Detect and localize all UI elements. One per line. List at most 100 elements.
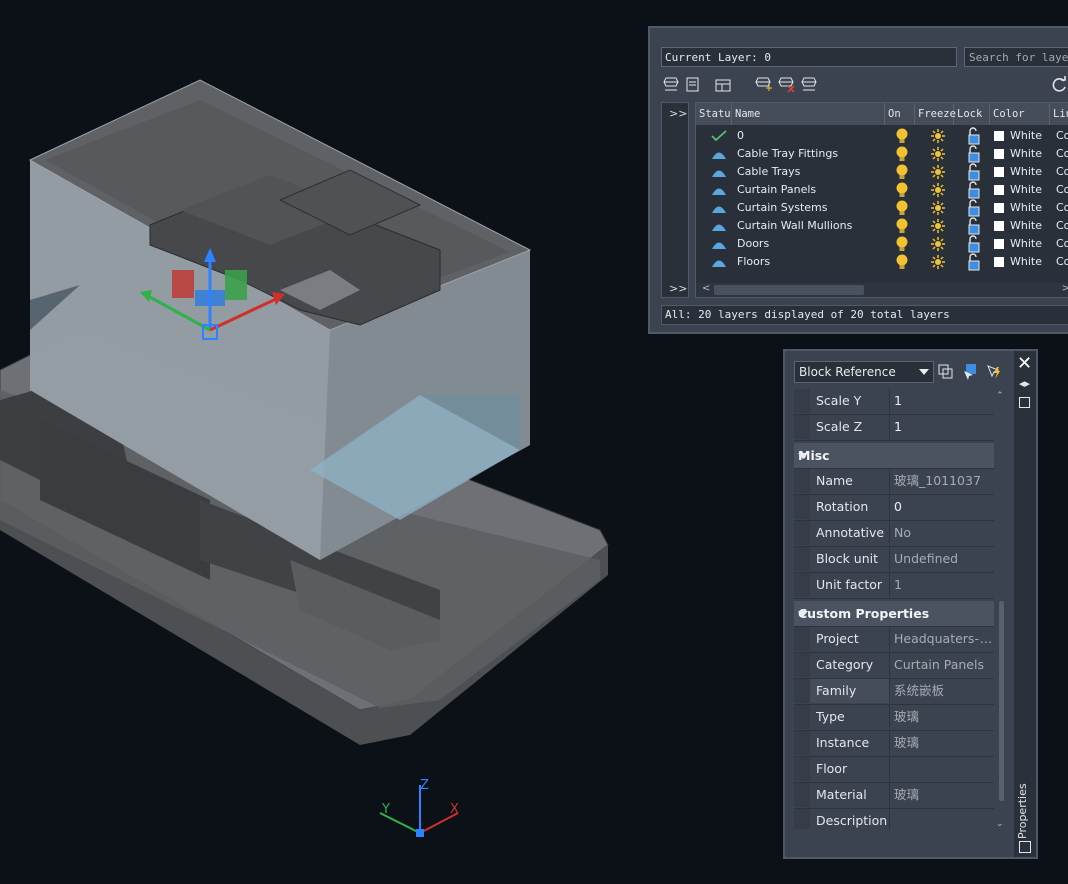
col-linetype[interactable]: Lin (1050, 103, 1068, 125)
property-row[interactable]: Block unit Undefined (794, 547, 994, 573)
lightbulb-icon[interactable] (895, 128, 909, 144)
layer-name[interactable]: Cable Tray Fittings (737, 147, 838, 160)
filter-tree-collapsed[interactable]: >> >> (661, 102, 689, 298)
layer-color-name[interactable]: White (1010, 201, 1042, 214)
property-value[interactable]: 玻璃 (890, 783, 994, 807)
col-status[interactable]: Statu (696, 103, 732, 125)
property-row[interactable]: Material 玻璃 (794, 783, 994, 809)
custom-properties-category-header[interactable]: Custom Properties (794, 601, 994, 627)
sun-icon[interactable] (930, 218, 946, 234)
palette-menu-icon[interactable] (1019, 397, 1030, 408)
sun-icon[interactable] (930, 146, 946, 162)
new-layer-vp-icon[interactable] (754, 76, 772, 94)
lightbulb-icon[interactable] (895, 146, 909, 162)
property-value[interactable] (890, 757, 994, 781)
layer-list-scrollbar[interactable]: < > (696, 283, 1068, 297)
layer-color-name[interactable]: White (1010, 147, 1042, 160)
layer-row[interactable]: Cable Tray Fittings White Co (696, 145, 1068, 163)
property-row[interactable]: Unit factor 1 (794, 573, 994, 599)
property-value[interactable]: 玻璃 (890, 705, 994, 729)
color-swatch[interactable] (994, 149, 1004, 159)
layer-color-name[interactable]: White (1010, 129, 1042, 142)
col-lock[interactable]: Lock (954, 103, 990, 125)
layer-linetype[interactable]: Co (1056, 255, 1068, 268)
layer-color-name[interactable]: White (1010, 237, 1042, 250)
color-swatch[interactable] (994, 167, 1004, 177)
expand-filter-button-bottom[interactable]: >> (669, 282, 687, 295)
layer-linetype[interactable]: Co (1056, 219, 1068, 232)
property-row[interactable]: Description (794, 809, 994, 829)
auto-hide-icon[interactable]: ◂▸ (1019, 377, 1030, 390)
sun-icon[interactable] (930, 254, 946, 270)
layer-linetype[interactable]: Co (1056, 129, 1068, 142)
layer-linetype[interactable]: Co (1056, 237, 1068, 250)
property-row[interactable]: Scale Y1 (794, 389, 994, 415)
unlock-icon[interactable] (966, 181, 982, 199)
properties-scroll-thumb[interactable] (999, 601, 1004, 801)
color-swatch[interactable] (994, 257, 1004, 267)
property-row[interactable]: Annotative No (794, 521, 994, 547)
layer-states-icon[interactable] (684, 76, 702, 94)
properties-scrollbar[interactable]: ⌃ ⌄ (996, 391, 1006, 829)
property-row[interactable]: Name 玻璃_1011037 (794, 469, 994, 495)
color-swatch[interactable] (994, 131, 1004, 141)
quick-select-icon[interactable] (985, 363, 1003, 381)
unlock-icon[interactable] (966, 163, 982, 181)
layer-name[interactable]: Curtain Systems (737, 201, 828, 214)
lightbulb-icon[interactable] (895, 200, 909, 216)
color-swatch[interactable] (994, 239, 1004, 249)
chevron-down-icon[interactable] (798, 611, 808, 617)
unlock-icon[interactable] (966, 235, 982, 253)
scroll-down-icon[interactable]: ⌄ (996, 819, 1004, 829)
lightbulb-icon[interactable] (895, 218, 909, 234)
sun-icon[interactable] (930, 236, 946, 252)
property-value[interactable]: 1 (890, 415, 994, 439)
property-value[interactable]: 系统嵌板 (890, 679, 994, 703)
chevron-down-icon[interactable] (798, 453, 808, 459)
color-swatch[interactable] (994, 221, 1004, 231)
property-row[interactable]: Type 玻璃 (794, 705, 994, 731)
refresh-icon[interactable] (1050, 76, 1068, 94)
layer-row[interactable]: Floors White Co (696, 253, 1068, 271)
close-icon[interactable]: ✕ (1017, 353, 1032, 374)
property-value[interactable]: 1 (890, 389, 994, 413)
property-value[interactable]: 玻璃_1011037 (890, 469, 994, 493)
property-row[interactable]: Instance 玻璃 (794, 731, 994, 757)
property-value[interactable]: Undefined (890, 547, 994, 571)
lightbulb-icon[interactable] (895, 182, 909, 198)
layer-row[interactable]: Curtain Systems White Co (696, 199, 1068, 217)
lightbulb-icon[interactable] (895, 236, 909, 252)
expand-filter-button[interactable]: >> (669, 107, 687, 120)
property-value[interactable]: 1 (890, 573, 994, 597)
select-objects-icon[interactable] (961, 363, 979, 381)
sun-icon[interactable] (930, 128, 946, 144)
layer-name[interactable]: Curtain Wall Mullions (737, 219, 852, 232)
layer-name[interactable]: Curtain Panels (737, 183, 816, 196)
property-value[interactable]: Curtain Panels (890, 653, 994, 677)
color-swatch[interactable] (994, 185, 1004, 195)
layer-row[interactable]: Doors White Co (696, 235, 1068, 253)
property-value[interactable]: Headquaters-J... (890, 627, 994, 651)
property-value[interactable] (890, 809, 994, 829)
set-current-layer-icon[interactable] (800, 76, 818, 94)
unlock-icon[interactable] (966, 199, 982, 217)
col-color[interactable]: Color (990, 103, 1050, 125)
unlock-icon[interactable] (966, 217, 982, 235)
layer-row[interactable]: Curtain Panels White Co (696, 181, 1068, 199)
layer-name[interactable]: Floors (737, 255, 770, 268)
unlock-icon[interactable] (966, 127, 982, 145)
property-row[interactable]: Project Headquaters-J... (794, 627, 994, 653)
scroll-right-icon[interactable]: > (1062, 283, 1068, 294)
object-type-select[interactable]: Block Reference (794, 361, 934, 383)
unlock-icon[interactable] (966, 253, 982, 271)
scroll-up-icon[interactable]: ⌃ (996, 391, 1004, 401)
scroll-left-icon[interactable]: < (702, 283, 710, 294)
layer-row[interactable]: Curtain Wall Mullions White Co (696, 217, 1068, 235)
layer-search-input[interactable]: Search for layer (964, 47, 1068, 67)
property-row[interactable]: Floor (794, 757, 994, 783)
layer-name[interactable]: 0 (737, 129, 744, 142)
layer-linetype[interactable]: Co (1056, 147, 1068, 160)
layer-row[interactable]: 0 White Co (696, 127, 1068, 145)
property-row[interactable]: Family 系统嵌板 (794, 679, 994, 705)
new-layer-icon[interactable] (662, 76, 680, 94)
